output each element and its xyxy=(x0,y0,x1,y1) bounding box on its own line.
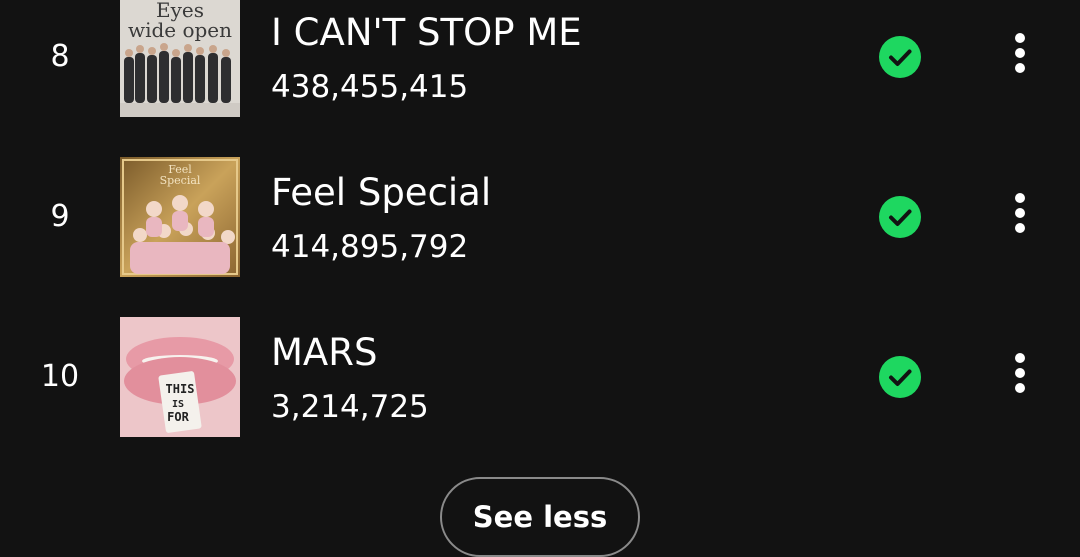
ellipsis-dot xyxy=(1015,383,1025,393)
more-options-button[interactable] xyxy=(1000,353,1040,403)
more-options-button[interactable] xyxy=(1000,193,1040,243)
track-row[interactable]: 9 Feel Special Feel Special 414,895,792 xyxy=(0,157,1080,277)
track-title: Feel Special xyxy=(271,171,492,214)
track-row[interactable]: 10 THIS IS FOR MARS 3,214,725 xyxy=(0,317,1080,437)
ellipsis-dot xyxy=(1015,48,1025,58)
vertical-ellipsis-icon xyxy=(1015,33,1025,43)
track-title: I CAN'T STOP ME xyxy=(271,11,582,54)
ellipsis-dot xyxy=(1015,63,1025,73)
track-play-count: 414,895,792 xyxy=(271,229,469,265)
album-cover-feel-special: Feel Special xyxy=(120,157,240,277)
ellipsis-dot xyxy=(1015,208,1025,218)
cover-art-text: Special xyxy=(160,174,201,187)
track-rank: 10 xyxy=(40,359,80,394)
cover-art-text: THIS xyxy=(166,382,195,396)
track-rank: 8 xyxy=(50,39,70,74)
track-rank: 9 xyxy=(50,199,70,234)
check-circle-icon[interactable] xyxy=(879,196,921,238)
cover-art-text: FOR xyxy=(167,410,189,424)
see-less-button[interactable]: See less xyxy=(440,477,640,557)
album-cover-mars: THIS IS FOR xyxy=(120,317,240,437)
cover-art-text: IS xyxy=(172,399,184,410)
track-row[interactable]: 8 Eyes wide open I CAN'T STOP ME 438,455… xyxy=(0,0,1080,117)
ellipsis-dot xyxy=(1015,368,1025,378)
track-play-count: 3,214,725 xyxy=(271,389,429,425)
check-circle-icon[interactable] xyxy=(879,356,921,398)
album-cover-eyes-wide-open: Eyes wide open xyxy=(120,0,240,117)
track-play-count: 438,455,415 xyxy=(271,69,469,105)
ellipsis-dot xyxy=(1015,223,1025,233)
more-options-button[interactable] xyxy=(1000,33,1040,83)
track-title: MARS xyxy=(271,331,378,374)
cover-art-text: wide open xyxy=(128,18,232,42)
vertical-ellipsis-icon xyxy=(1015,193,1025,203)
vertical-ellipsis-icon xyxy=(1015,353,1025,363)
check-circle-icon[interactable] xyxy=(879,36,921,78)
